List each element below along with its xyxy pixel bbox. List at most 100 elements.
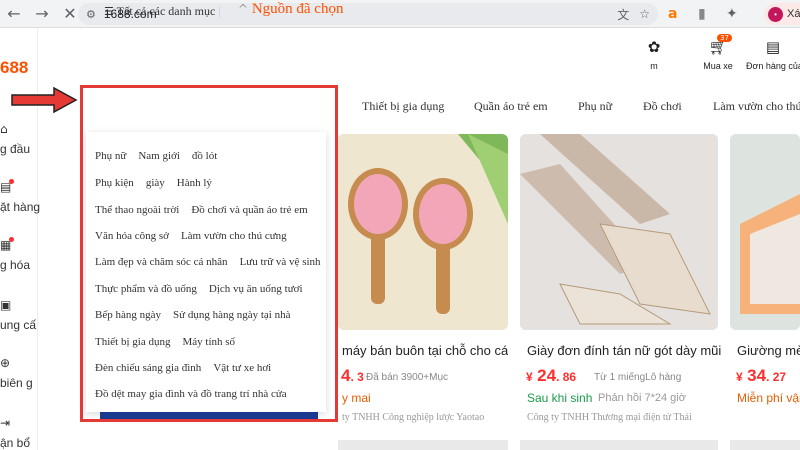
dropdown-row: Thiết bị gia dụng Máy tính số xyxy=(95,336,247,348)
supplier-name[interactable]: ty TNHH Công nghiệp lược Yaotao xyxy=(342,412,484,423)
category-link[interactable]: Máy tính số xyxy=(182,336,235,348)
delivery-tag: Miễn phí vận xyxy=(737,391,800,405)
category-link[interactable]: Làm vườn cho thú cưng xyxy=(181,230,287,242)
dropdown-row: Thể thao ngoài trời Đồ chơi và quần áo tr… xyxy=(95,204,320,216)
category-link[interactable]: đồ lót xyxy=(192,150,217,162)
category-link[interactable]: Nam giới xyxy=(138,150,180,162)
extension-b-icon[interactable]: ▮ xyxy=(698,4,706,24)
hairbrush-image xyxy=(338,134,508,330)
product-image-cat-bed[interactable] xyxy=(730,134,800,330)
category-link[interactable]: Lưu trữ và vệ sinh xyxy=(240,256,321,268)
menu-icon: ☰ xyxy=(104,5,114,18)
category-link[interactable]: Phụ nữ xyxy=(95,150,126,162)
dropdown-row: Bếp hàng ngày Sử dụng hàng ngày tại nhà xyxy=(95,309,302,321)
all-categories-label: Tất cả các danh mục xyxy=(116,4,216,18)
sidebar-item-orders[interactable]: ▤ ặt hàng xyxy=(0,179,41,214)
all-categories-button[interactable]: ☰ Tất cả các danh mục | xyxy=(104,4,221,19)
puzzle-icon: ✿ xyxy=(647,38,661,56)
product-title[interactable]: Giày đơn đính tán nữ gót dày mũi... xyxy=(527,343,722,358)
forward-icon[interactable]: → xyxy=(28,0,56,28)
product-price: 4. 3 xyxy=(341,366,364,385)
profile-label: Xá xyxy=(787,8,800,20)
site-logo[interactable]: 688 xyxy=(0,58,28,78)
sidebar-item-supplier[interactable]: ▣ ung cấ xyxy=(0,298,38,332)
sidebar-item-label: biên g xyxy=(0,376,33,390)
dropdown-row: Phụ nữ Nam giới đồ lót xyxy=(95,150,229,162)
tab-kids-clothes[interactable]: Quần áo trẻ em xyxy=(474,99,548,114)
tab-toys[interactable]: Đồ chơi xyxy=(643,99,682,114)
sidebar-item-label: g hóa xyxy=(0,258,31,272)
sidebar-item-label: ặt hàng xyxy=(0,200,41,214)
product-sold-count: Đã bán 3900+Mục xyxy=(366,372,449,383)
category-link[interactable]: Thực phẩm và đồ uống xyxy=(95,283,197,295)
category-link[interactable]: Làm đẹp và chăm sóc cá nhân xyxy=(95,256,228,268)
arrow-in-icon: ⇥ xyxy=(0,416,11,430)
supplier-icon: ▣ xyxy=(0,298,12,312)
sidebar-item-goods[interactable]: ▦ g hóa xyxy=(0,237,38,272)
globe-icon: ⊕ xyxy=(0,356,11,370)
sidebar-item-home[interactable]: ⌂ g đầu xyxy=(0,122,38,156)
extensions-puzzle-icon[interactable]: ✦ xyxy=(726,4,738,24)
order-icon: ▤ xyxy=(0,179,14,194)
category-link[interactable]: Thể thao ngoài trời xyxy=(95,204,179,216)
delivery-tag: Sau khi sinh xyxy=(527,391,593,405)
chevron-up-icon: ^ xyxy=(238,2,249,16)
category-link[interactable]: Dịch vụ ăn uống tươi xyxy=(209,283,303,295)
product-price: ¥ 24. 86 xyxy=(526,366,577,385)
category-link[interactable]: Thiết bị gia dụng xyxy=(95,336,170,348)
header-item-label: Mua xe xyxy=(703,61,733,71)
tab-women[interactable]: Phụ nữ xyxy=(578,99,612,114)
sidebar-item-allocation[interactable]: ⇥ ận bổ xyxy=(0,416,38,450)
category-link[interactable]: Đèn chiếu sáng gia đình xyxy=(95,362,201,374)
sidebar-item-label: ận bổ xyxy=(0,436,31,450)
product-image-heels[interactable] xyxy=(520,134,718,330)
header-item-m[interactable]: ✿ m xyxy=(640,38,668,72)
heels-image xyxy=(520,134,718,330)
response-time: Phản hồi 7*24 giờ xyxy=(598,392,686,404)
category-link[interactable]: giày xyxy=(146,177,165,189)
dropdown-row: Đèn chiếu sáng gia đình Vật tư xe hơi xyxy=(95,362,283,374)
dropdown-footer-button[interactable] xyxy=(100,412,318,422)
product-title[interactable]: Giường mèo xyxy=(737,343,800,358)
cart-icon: 🛒︎ 37 xyxy=(700,34,736,56)
bookmark-star-icon[interactable]: ☆ xyxy=(639,7,650,21)
header-item-cart[interactable]: 🛒︎ 37 Mua xe xyxy=(700,34,736,72)
category-link[interactable]: Sử dụng hàng ngày tại nhà xyxy=(173,309,290,321)
red-arrow-annotation xyxy=(11,86,78,114)
category-link[interactable]: Đồ dệt may gia đình và đồ trang trí nhà … xyxy=(95,388,287,400)
sidebar-item-label: g đầu xyxy=(0,142,31,156)
category-bar: Thiết bị gia dụng Quần áo trẻ em Phụ nữ … xyxy=(0,95,800,117)
sidebar-item-border[interactable]: ⊕ biên g xyxy=(0,356,38,390)
site-info-icon[interactable]: ⚙ xyxy=(86,8,96,21)
category-link[interactable]: Văn hóa công sở xyxy=(95,230,169,242)
cart-badge: 37 xyxy=(717,34,732,42)
dropdown-row: Văn hóa công sở Làm vườn cho thú cưng xyxy=(95,230,299,242)
product-price: ¥ 34. 27 xyxy=(736,366,787,385)
category-link[interactable]: Đồ chơi và quần áo trẻ em xyxy=(191,204,307,216)
extension-a-icon[interactable]: a xyxy=(668,4,677,24)
grid-icon: ▦ xyxy=(0,237,14,252)
category-link[interactable]: Hành lý xyxy=(177,177,212,189)
selected-source-tab[interactable]: ^ Nguồn đã chọn xyxy=(238,1,343,18)
category-link[interactable]: Bếp hàng ngày xyxy=(95,309,161,321)
dropdown-row: Làm đẹp và chăm sóc cá nhân Lưu trữ và vệ… xyxy=(95,256,333,268)
category-dropdown: Phụ nữ Nam giới đồ lót Phụ kiện giày Hành lý… xyxy=(86,132,326,412)
dropdown-row: Phụ kiện giày Hành lý xyxy=(95,177,224,189)
dropdown-row: Thực phẩm và đồ uống Dịch vụ ăn uống tươi xyxy=(95,283,315,295)
back-icon[interactable]: ← xyxy=(0,0,28,28)
tab-garden-pets[interactable]: Làm vườn cho thú xyxy=(713,99,800,114)
supplier-name[interactable]: Công ty TNHH Thương mại điện tử Thái xyxy=(527,412,692,423)
header-item-label: Đơn hàng của xyxy=(746,61,800,71)
product-image-brushes[interactable] xyxy=(338,134,508,330)
product-min-order: Từ 1 miếngLô hàng xyxy=(594,372,682,383)
product-title[interactable]: máy bán buôn tại chỗ cho cá... xyxy=(342,343,508,358)
next-row-preview xyxy=(338,440,508,450)
header-item-orders[interactable]: ▤ Đơn hàng của xyxy=(746,38,800,72)
profile-button[interactable]: • Xá xyxy=(764,3,800,25)
translate-icon[interactable]: 文 xyxy=(617,6,629,23)
category-link[interactable]: Vật tư xe hơi xyxy=(213,362,271,374)
clipboard-icon: ▤ xyxy=(765,38,781,56)
category-link[interactable]: Phụ kiện xyxy=(95,177,134,189)
tab-appliances[interactable]: Thiết bị gia dụng xyxy=(362,99,444,114)
sidebar-item-label: ung cấ xyxy=(0,318,37,332)
